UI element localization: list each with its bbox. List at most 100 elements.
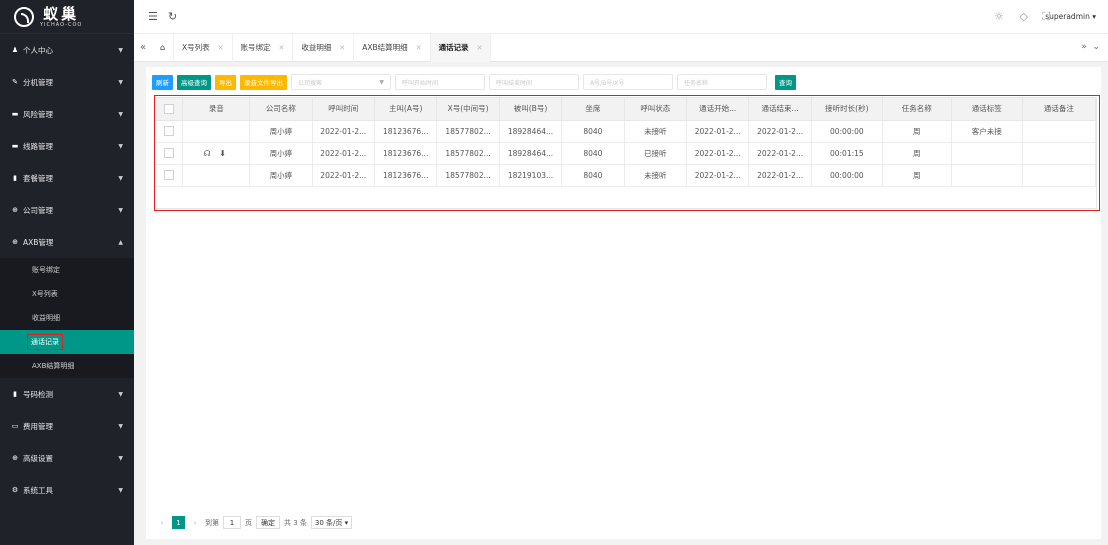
close-icon[interactable]: ✕: [279, 44, 285, 52]
tab-axb-settlement[interactable]: AXB结算明细 ✕: [354, 33, 431, 62]
submenu-item-x-list[interactable]: X号列表: [0, 282, 134, 306]
sidebar-item-personal[interactable]: ♟ 个人中心 ▼: [0, 34, 134, 66]
search-button[interactable]: 查询: [775, 74, 796, 90]
sidebar-item-label: 个人中心: [23, 45, 53, 55]
user-menu[interactable]: superadmin ▾: [1045, 12, 1096, 21]
table-cell: 已接听: [624, 142, 688, 165]
logo-mark-icon: [14, 6, 34, 27]
table-cell: [951, 164, 1023, 187]
table-header-row: 录音 公司名称 呼叫时间 主叫(A号) X号(中间号) 被叫(B号) 坐席 呼叫…: [155, 98, 1097, 121]
sidebar-item-line[interactable]: ▬ 线路管理 ▼: [0, 130, 134, 162]
globe-icon: ⊕: [12, 206, 18, 214]
tab-label: 账号绑定: [240, 43, 271, 52]
submenu-label: 账号绑定: [32, 266, 60, 274]
submenu-item-revenue[interactable]: 收益明细: [0, 306, 134, 330]
column-header: 被叫(B号): [499, 98, 563, 121]
menu-toggle-icon[interactable]: ☰: [148, 10, 158, 23]
company-select[interactable]: 公司搜索 ▼: [291, 74, 391, 90]
refresh-button[interactable]: 刷新: [152, 74, 173, 90]
tabs-scroll-left-icon[interactable]: «: [134, 42, 152, 53]
column-header: 公司名称: [249, 98, 313, 121]
table-cell: 2022-01-2...: [748, 120, 812, 143]
sidebar-item-system-tools[interactable]: ⚙ 系统工具 ▼: [0, 474, 134, 506]
page-size-select[interactable]: 30 条/页 ▾: [310, 516, 353, 529]
monitor-icon: ▬: [11, 110, 19, 118]
recording-cell: [182, 164, 251, 187]
submenu-item-account-binding[interactable]: 账号绑定: [0, 258, 134, 282]
table-cell: 未接听: [624, 164, 688, 187]
theme-icon[interactable]: ☼: [994, 10, 1004, 23]
main-panel: 刷新 高级查询 导出 录音文件导出 公司搜索 ▼ 呼叫开始时间 呼叫结束时间 A号…: [146, 67, 1101, 539]
goto-page-input[interactable]: 1: [223, 516, 241, 529]
sidebar-item-advanced-settings[interactable]: ⊕ 高级设置 ▼: [0, 442, 134, 474]
call-start-time-input[interactable]: 呼叫开始时间: [395, 74, 485, 90]
tab-revenue[interactable]: 收益明细 ✕: [293, 33, 355, 62]
tabs-scroll-right-icon[interactable]: » ⌄: [1081, 42, 1100, 52]
chevron-down-icon: ▼: [118, 46, 123, 54]
close-icon[interactable]: ✕: [218, 44, 224, 52]
chevron-down-icon: ▾: [344, 518, 349, 527]
prev-page-icon[interactable]: ‹: [156, 519, 168, 527]
tab-call-records[interactable]: 通话记录 ✕: [430, 33, 492, 62]
table-cell: 18219103...: [499, 164, 563, 187]
table-cell: 8040: [561, 120, 625, 143]
goto-confirm-button[interactable]: 确定: [256, 516, 280, 529]
table-cell: 2022-01-2...: [312, 164, 375, 187]
chevron-down-icon: ▼: [118, 206, 123, 214]
headphones-download-icon[interactable]: ☊ ⬇: [204, 149, 229, 158]
export-recordings-button[interactable]: 录音文件导出: [240, 74, 287, 90]
tab-account-binding[interactable]: 账号绑定 ✕: [233, 33, 294, 62]
sidebar-item-label: AXB管理: [23, 237, 54, 247]
sidebar-item-label: 分机管理: [23, 77, 53, 87]
book-icon: ▮: [13, 390, 17, 398]
close-icon[interactable]: ✕: [477, 44, 483, 52]
caret-down-icon: ▾: [1092, 12, 1096, 21]
globe-icon: ⊕: [12, 238, 18, 246]
user-icon: ♟: [11, 46, 19, 54]
table-cell: 2022-01-2...: [312, 120, 375, 143]
table-cell: [1022, 142, 1097, 165]
sidebar-item-company[interactable]: ⊕ 公司管理 ▼: [0, 194, 134, 226]
home-tab-icon[interactable]: ⌂: [152, 33, 174, 62]
sidebar-item-axb[interactable]: ⊕ AXB管理 ▲: [0, 226, 134, 258]
tag-icon[interactable]: ◇: [1020, 10, 1028, 23]
row-checkbox[interactable]: [155, 120, 184, 143]
number-search-input[interactable]: A号/B号/X号: [583, 74, 673, 90]
row-checkbox[interactable]: [155, 142, 184, 165]
close-icon[interactable]: ✕: [339, 44, 345, 52]
next-page-icon[interactable]: ›: [189, 519, 201, 527]
chevron-down-icon: ▼: [118, 486, 123, 494]
sidebar-item-number-check[interactable]: ▮ 号码检测 ▼: [0, 378, 134, 410]
table-cell: 周: [882, 120, 952, 143]
sidebar-item-extension[interactable]: ✎ 分机管理 ▼: [0, 66, 134, 98]
current-page[interactable]: 1: [172, 516, 185, 529]
export-button[interactable]: 导出: [215, 74, 236, 90]
sidebar-item-label: 风险管理: [23, 109, 53, 119]
task-name-input[interactable]: 任务名称: [677, 74, 767, 90]
table-cell: 18928464...: [499, 120, 563, 143]
sidebar-item-risk[interactable]: ▬ 风险管理 ▼: [0, 98, 134, 130]
sidebar-item-package[interactable]: ▮ 套餐管理 ▼: [0, 162, 134, 194]
pagination: ‹ 1 › 到第 1 页 确定 共 3 条 30 条/页 ▾: [156, 516, 353, 529]
submenu-item-axb-settlement[interactable]: AXB结算明细: [0, 354, 134, 378]
monitor-icon: ▬: [11, 142, 19, 150]
table-cell: 18577802...: [436, 120, 500, 143]
chevron-down-icon: ▼: [118, 174, 123, 182]
table-cell: 周: [882, 164, 952, 187]
submenu-item-call-records[interactable]: 通话记录: [0, 330, 134, 354]
select-all-checkbox[interactable]: [155, 98, 184, 121]
refresh-icon[interactable]: ↻: [168, 10, 177, 23]
tab-label: AXB结算明细: [362, 43, 408, 52]
company-select-placeholder: 公司搜索: [298, 79, 323, 87]
table-cell: 未接听: [624, 120, 688, 143]
advanced-search-button[interactable]: 高级查询: [177, 74, 211, 90]
submenu-label: 通话记录: [27, 334, 63, 350]
sidebar-item-fees[interactable]: ▭ 费用管理 ▼: [0, 410, 134, 442]
recording-actions[interactable]: ☊ ⬇: [182, 142, 251, 165]
table-cell: 18928464...: [499, 142, 563, 165]
tab-x-list[interactable]: X号列表 ✕: [174, 33, 233, 62]
sidebar-item-label: 高级设置: [23, 453, 53, 463]
close-icon[interactable]: ✕: [416, 44, 422, 52]
row-checkbox[interactable]: [155, 164, 184, 187]
call-end-time-input[interactable]: 呼叫结束时间: [489, 74, 579, 90]
